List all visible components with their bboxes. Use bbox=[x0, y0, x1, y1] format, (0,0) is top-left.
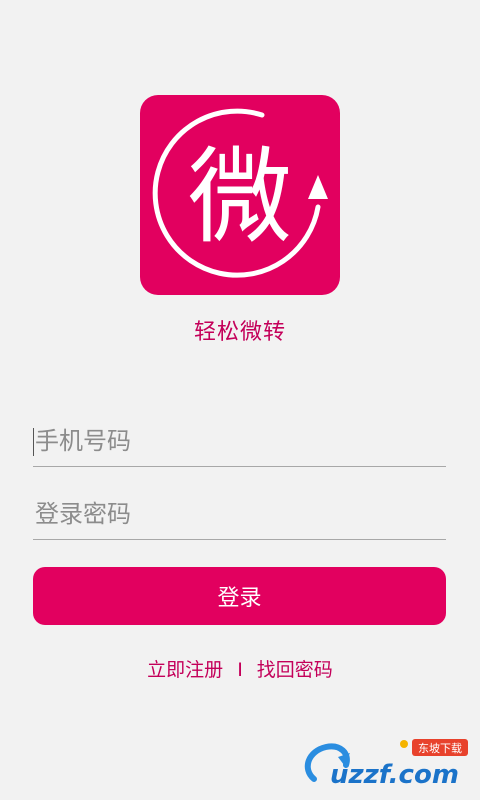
text-cursor bbox=[33, 428, 34, 456]
account-links: 立即注册 I 找回密码 bbox=[0, 655, 480, 682]
app-name: 轻松微转 bbox=[193, 320, 286, 345]
watermark-star-icon bbox=[400, 740, 408, 748]
watermark-tag: 东坡下载 bbox=[418, 742, 462, 755]
register-link[interactable]: 立即注册 bbox=[147, 659, 223, 681]
password-input[interactable] bbox=[33, 489, 446, 539]
phone-field[interactable] bbox=[33, 416, 446, 467]
forgot-password-link[interactable]: 找回密码 bbox=[257, 659, 333, 681]
site-watermark: 东坡下载 uzzf.com bbox=[300, 735, 472, 790]
phone-input[interactable] bbox=[33, 416, 446, 466]
login-button[interactable]: 登录 bbox=[33, 567, 446, 625]
app-logo: 微 bbox=[140, 95, 340, 295]
login-screen: 微 轻松微转 登录 立即注册 I 找回密码 东坡下载 uzzf.com bbox=[0, 0, 480, 800]
logo-char: 微 bbox=[188, 136, 292, 258]
password-field[interactable] bbox=[33, 489, 446, 540]
link-separator: I bbox=[237, 659, 243, 681]
logo-arrow-circle-icon: 微 bbox=[152, 108, 328, 278]
watermark-text: uzzf.com bbox=[330, 760, 459, 790]
